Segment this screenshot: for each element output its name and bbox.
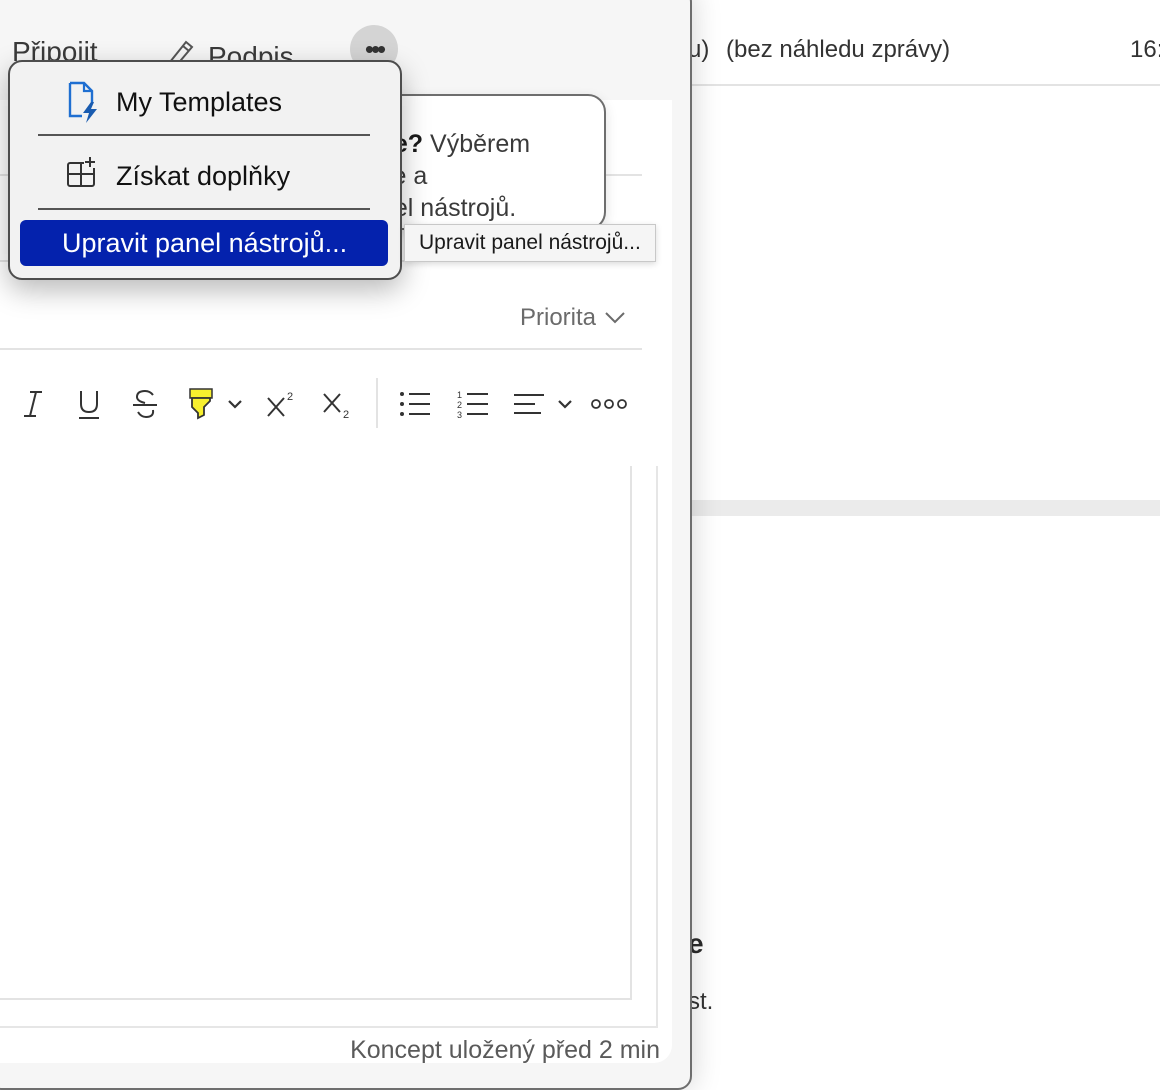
subscript-icon[interactable]: 2 xyxy=(320,384,354,424)
align-icon[interactable] xyxy=(512,384,546,424)
pane-splitter[interactable] xyxy=(688,500,1160,516)
tooltip: Upravit panel nástrojů... xyxy=(404,224,656,262)
draft-status: Koncept uložený před 2 min xyxy=(350,1036,660,1064)
menu-separator xyxy=(38,208,370,210)
callout-line2: ce a xyxy=(380,162,428,190)
svg-text:2: 2 xyxy=(457,400,462,410)
field-divider xyxy=(0,348,642,350)
more-format-icon[interactable] xyxy=(590,384,628,424)
numbered-list-icon[interactable]: 123 xyxy=(456,384,490,424)
bullet-list-icon[interactable] xyxy=(398,384,432,424)
callout-line1-rest: Výběrem xyxy=(423,130,531,158)
svg-text:2: 2 xyxy=(287,391,293,403)
toolbar-separator xyxy=(376,378,378,428)
callout-line3: nel nástrojů. xyxy=(380,194,517,222)
chevron-down-icon[interactable] xyxy=(226,384,244,424)
menu-item-label: Získat doplňky xyxy=(116,160,291,191)
more-dots-icon: ••• xyxy=(364,34,386,64)
add-ins-grid-icon xyxy=(66,156,102,196)
italic-icon[interactable] xyxy=(16,384,50,424)
message-body-editor[interactable] xyxy=(0,466,632,1000)
message-row-preview[interactable]: (bez náhledu zprávy) xyxy=(726,36,950,64)
menu-item-label: My Templates xyxy=(116,86,283,117)
svg-text:3: 3 xyxy=(457,410,462,419)
svg-text:2: 2 xyxy=(343,409,349,420)
strikethrough-icon[interactable] xyxy=(128,384,162,424)
templates-lightning-icon xyxy=(66,80,102,123)
callout-text: ce? Výběrem ce a nel nástrojů. xyxy=(380,128,530,224)
menu-item-label: Upravit panel nástrojů... xyxy=(62,227,348,258)
menu-separator xyxy=(38,134,370,136)
chevron-down-icon[interactable] xyxy=(556,384,574,424)
message-list-pane xyxy=(688,0,1160,1086)
highlight-icon[interactable] xyxy=(184,384,218,424)
more-options-menu: My Templates Získat doplňky Upravit pane… xyxy=(8,60,402,280)
chevron-down-icon xyxy=(604,304,626,332)
menu-item-customize-toolbar[interactable]: Upravit panel nástrojů... xyxy=(20,220,388,266)
superscript-icon[interactable]: 2 xyxy=(264,384,298,424)
priority-dropdown[interactable]: Priorita xyxy=(520,304,626,332)
message-row-divider xyxy=(688,84,1160,86)
menu-item-get-add-ins[interactable]: Získat doplňky xyxy=(10,146,400,206)
message-row-time: 16: xyxy=(1130,36,1160,63)
underline-icon[interactable] xyxy=(72,384,106,424)
priority-label: Priorita xyxy=(520,304,597,331)
menu-item-my-templates[interactable]: My Templates xyxy=(10,72,400,132)
svg-text:1: 1 xyxy=(457,390,462,400)
